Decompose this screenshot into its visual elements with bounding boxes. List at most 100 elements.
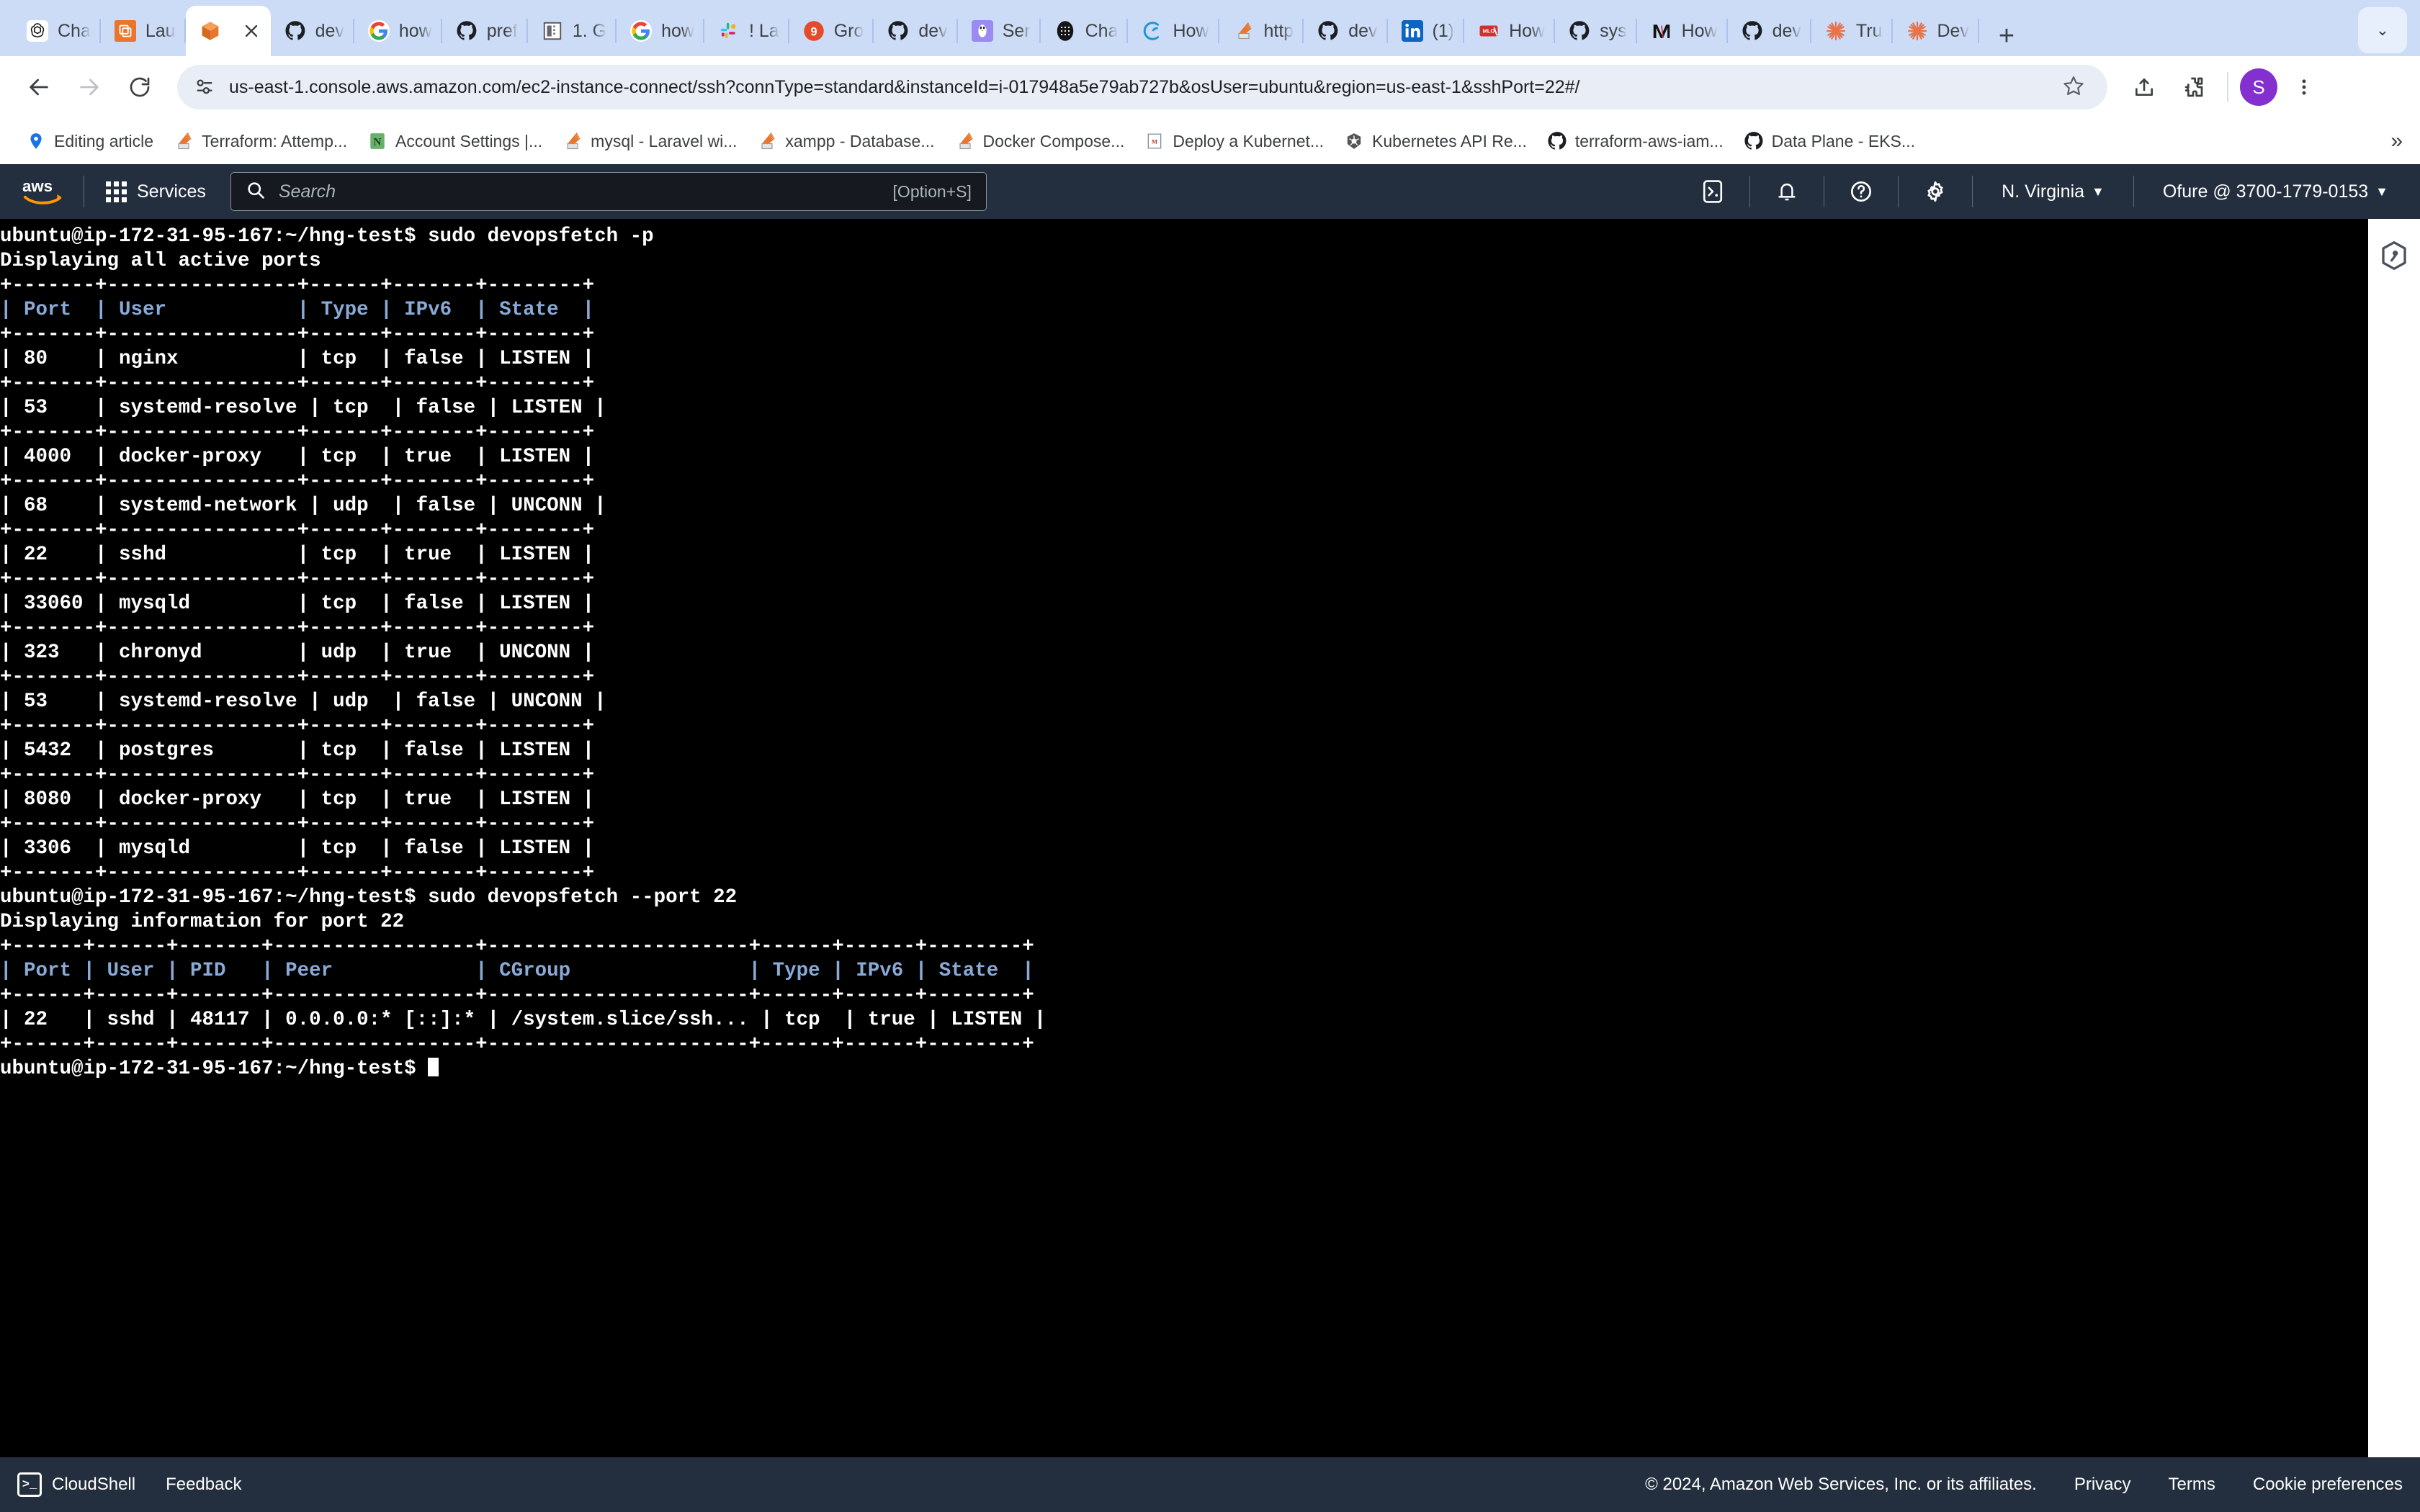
bookmark-item[interactable]: Docker Compose... — [945, 131, 1135, 151]
browser-tab[interactable]: how — [354, 6, 442, 56]
navbar-divider-4 — [1898, 176, 1899, 207]
notifications-bell-icon[interactable] — [1763, 170, 1811, 213]
share-icon[interactable] — [2122, 65, 2166, 109]
browser-tab[interactable]: sys — [1555, 6, 1637, 56]
svg-text:aws: aws — [22, 177, 53, 195]
tab-title: Cha — [58, 20, 91, 41]
terms-link[interactable]: Terms — [2169, 1475, 2215, 1495]
account-menu[interactable]: Ofure @ 3700-1779-0153 ▼ — [2147, 181, 2404, 202]
tab-title: Gro — [833, 20, 864, 41]
aws-logo[interactable]: aws — [16, 176, 71, 207]
github-icon — [284, 19, 307, 42]
github-icon — [1744, 131, 1764, 151]
back-button[interactable] — [16, 64, 62, 110]
chevron-down-icon-2: ▼ — [2375, 184, 2388, 199]
browser-tab[interactable]: how — [617, 6, 704, 56]
browser-tab[interactable]: dev — [874, 6, 959, 56]
table-rule: +-------+----------------+------+-------… — [0, 372, 595, 395]
avatar[interactable]: S — [2240, 68, 2277, 106]
feedback-link[interactable]: Feedback — [166, 1475, 241, 1495]
right-side-rail — [2368, 219, 2420, 1457]
table-row: | 68 | systemd-network | udp | false | U… — [0, 495, 606, 517]
tab-search-button[interactable]: ⌄ — [2358, 7, 2407, 53]
extensions-puzzle-icon[interactable] — [2171, 65, 2215, 109]
browser-tab[interactable]: http — [1219, 6, 1304, 56]
browser-tab[interactable]: Dev — [1893, 6, 1980, 56]
reload-button[interactable] — [117, 64, 163, 110]
kubernetes-icon — [1344, 131, 1364, 151]
tab-title: dev — [1772, 20, 1801, 41]
aws-search-input[interactable]: Search [Option+S] — [230, 172, 987, 211]
tab-title: dev — [315, 20, 344, 41]
bookmarks-overflow-button[interactable]: » — [2390, 129, 2403, 153]
browser-tab[interactable]: Lau — [101, 6, 186, 56]
tab-title: Tru — [1855, 20, 1883, 41]
footer-left-group: >_ CloudShell Feedback — [17, 1472, 241, 1497]
browser-tab[interactable]: MLO How — [1464, 6, 1556, 56]
bookmark-item[interactable]: Kubernetes API Re... — [1334, 131, 1537, 151]
location-pin-icon — [26, 131, 46, 151]
chevron-down-icon: ▼ — [2092, 184, 2105, 199]
ec2-instance-connect-terminal[interactable]: ubuntu@ip-172-31-95-167:~/hng-test$ sudo… — [0, 219, 2368, 1457]
region-label: N. Virginia — [2002, 181, 2085, 202]
browser-tab[interactable]: pref — [442, 6, 528, 56]
medium-icon: M — [1144, 131, 1165, 151]
bookmark-item[interactable]: N Account Settings |... — [357, 131, 552, 151]
bookmark-item[interactable]: M Deploy a Kubernet... — [1134, 131, 1334, 151]
mlo-icon: MLO — [1477, 19, 1500, 42]
region-selector[interactable]: N. Virginia ▼ — [1986, 181, 2120, 202]
bookmark-item[interactable]: Data Plane - EKS... — [1734, 131, 1925, 151]
aws-cube-icon — [199, 19, 222, 42]
browser-tab[interactable]: dev — [271, 6, 355, 56]
bookmark-item[interactable]: Editing article — [16, 131, 163, 151]
browser-tab[interactable]: Cha — [1041, 6, 1129, 56]
navbar-divider-6 — [2133, 176, 2134, 207]
browser-tab-active[interactable] — [185, 6, 271, 56]
page-info-icon[interactable] — [193, 76, 216, 99]
cloudshell-button[interactable]: >_ CloudShell — [17, 1472, 135, 1497]
github-icon — [1568, 19, 1591, 42]
browser-tab[interactable]: 1. G — [528, 6, 617, 56]
browser-tab[interactable]: How — [1128, 6, 1219, 56]
bookmark-label: xampp - Database... — [785, 131, 935, 150]
browser-tab[interactable]: (1) — [1388, 6, 1465, 56]
port-detail-table: +------+------+-------+-----------------… — [0, 935, 2368, 1057]
address-bar[interactable]: us-east-1.console.aws.amazon.com/ec2-ins… — [177, 65, 2107, 109]
browser-tab[interactable]: Cha — [13, 6, 101, 56]
chrome-browser-window: Cha Lau dev how pref 1. G how ! La 9 Gro dev Ser Cha… — [0, 0, 2420, 1512]
browser-tab[interactable]: 9 Gro — [789, 6, 874, 56]
close-icon[interactable] — [239, 19, 264, 43]
tab-title: dev — [1348, 20, 1378, 41]
table-row: | 53 | systemd-resolve | udp | false | U… — [0, 690, 606, 713]
aws-console-navbar: aws Services Search [Option+S] N. Virgin… — [0, 164, 2420, 219]
services-menu-button[interactable]: Services — [97, 181, 215, 202]
bookmark-item[interactable]: Terraform: Attemp... — [163, 131, 357, 151]
notion-n-icon: N — [367, 131, 387, 151]
browser-tab[interactable]: Tru — [1811, 6, 1893, 56]
browser-tab[interactable]: Ser — [958, 6, 1041, 56]
medium-m-icon — [1650, 19, 1673, 42]
table-rule: +-------+----------------+------+-------… — [0, 764, 595, 786]
svg-text:M: M — [1152, 138, 1157, 145]
privacy-link[interactable]: Privacy — [2074, 1475, 2131, 1495]
table-row: | 5432 | postgres | tcp | false | LISTEN… — [0, 739, 595, 762]
browser-tab[interactable]: How — [1637, 6, 1728, 56]
browser-tab[interactable]: dev — [1728, 6, 1812, 56]
star-icon[interactable] — [2063, 75, 2092, 100]
browser-tab[interactable]: ! La — [704, 6, 789, 56]
dots-circle-icon — [1054, 19, 1077, 42]
tab-title: Dev — [1937, 20, 1969, 41]
bookmark-item[interactable]: mysql - Laravel wi... — [552, 131, 747, 151]
cloudshell-icon[interactable] — [1689, 170, 1736, 213]
bookmark-item[interactable]: xampp - Database... — [747, 131, 944, 151]
browser-tab[interactable]: dev — [1304, 6, 1388, 56]
new-tab-button[interactable]: + — [1986, 16, 2027, 56]
github-icon — [1741, 19, 1764, 42]
chrome-menu-icon[interactable] — [2282, 65, 2326, 109]
bookmark-item[interactable]: terraform-aws-iam... — [1537, 131, 1734, 151]
settings-gear-icon[interactable] — [1912, 170, 1959, 213]
help-question-icon[interactable] — [1837, 170, 1885, 213]
forward-button[interactable] — [66, 64, 112, 110]
cookie-preferences-link[interactable]: Cookie preferences — [2253, 1475, 2403, 1495]
hexagon-shield-icon[interactable] — [2378, 239, 2411, 272]
